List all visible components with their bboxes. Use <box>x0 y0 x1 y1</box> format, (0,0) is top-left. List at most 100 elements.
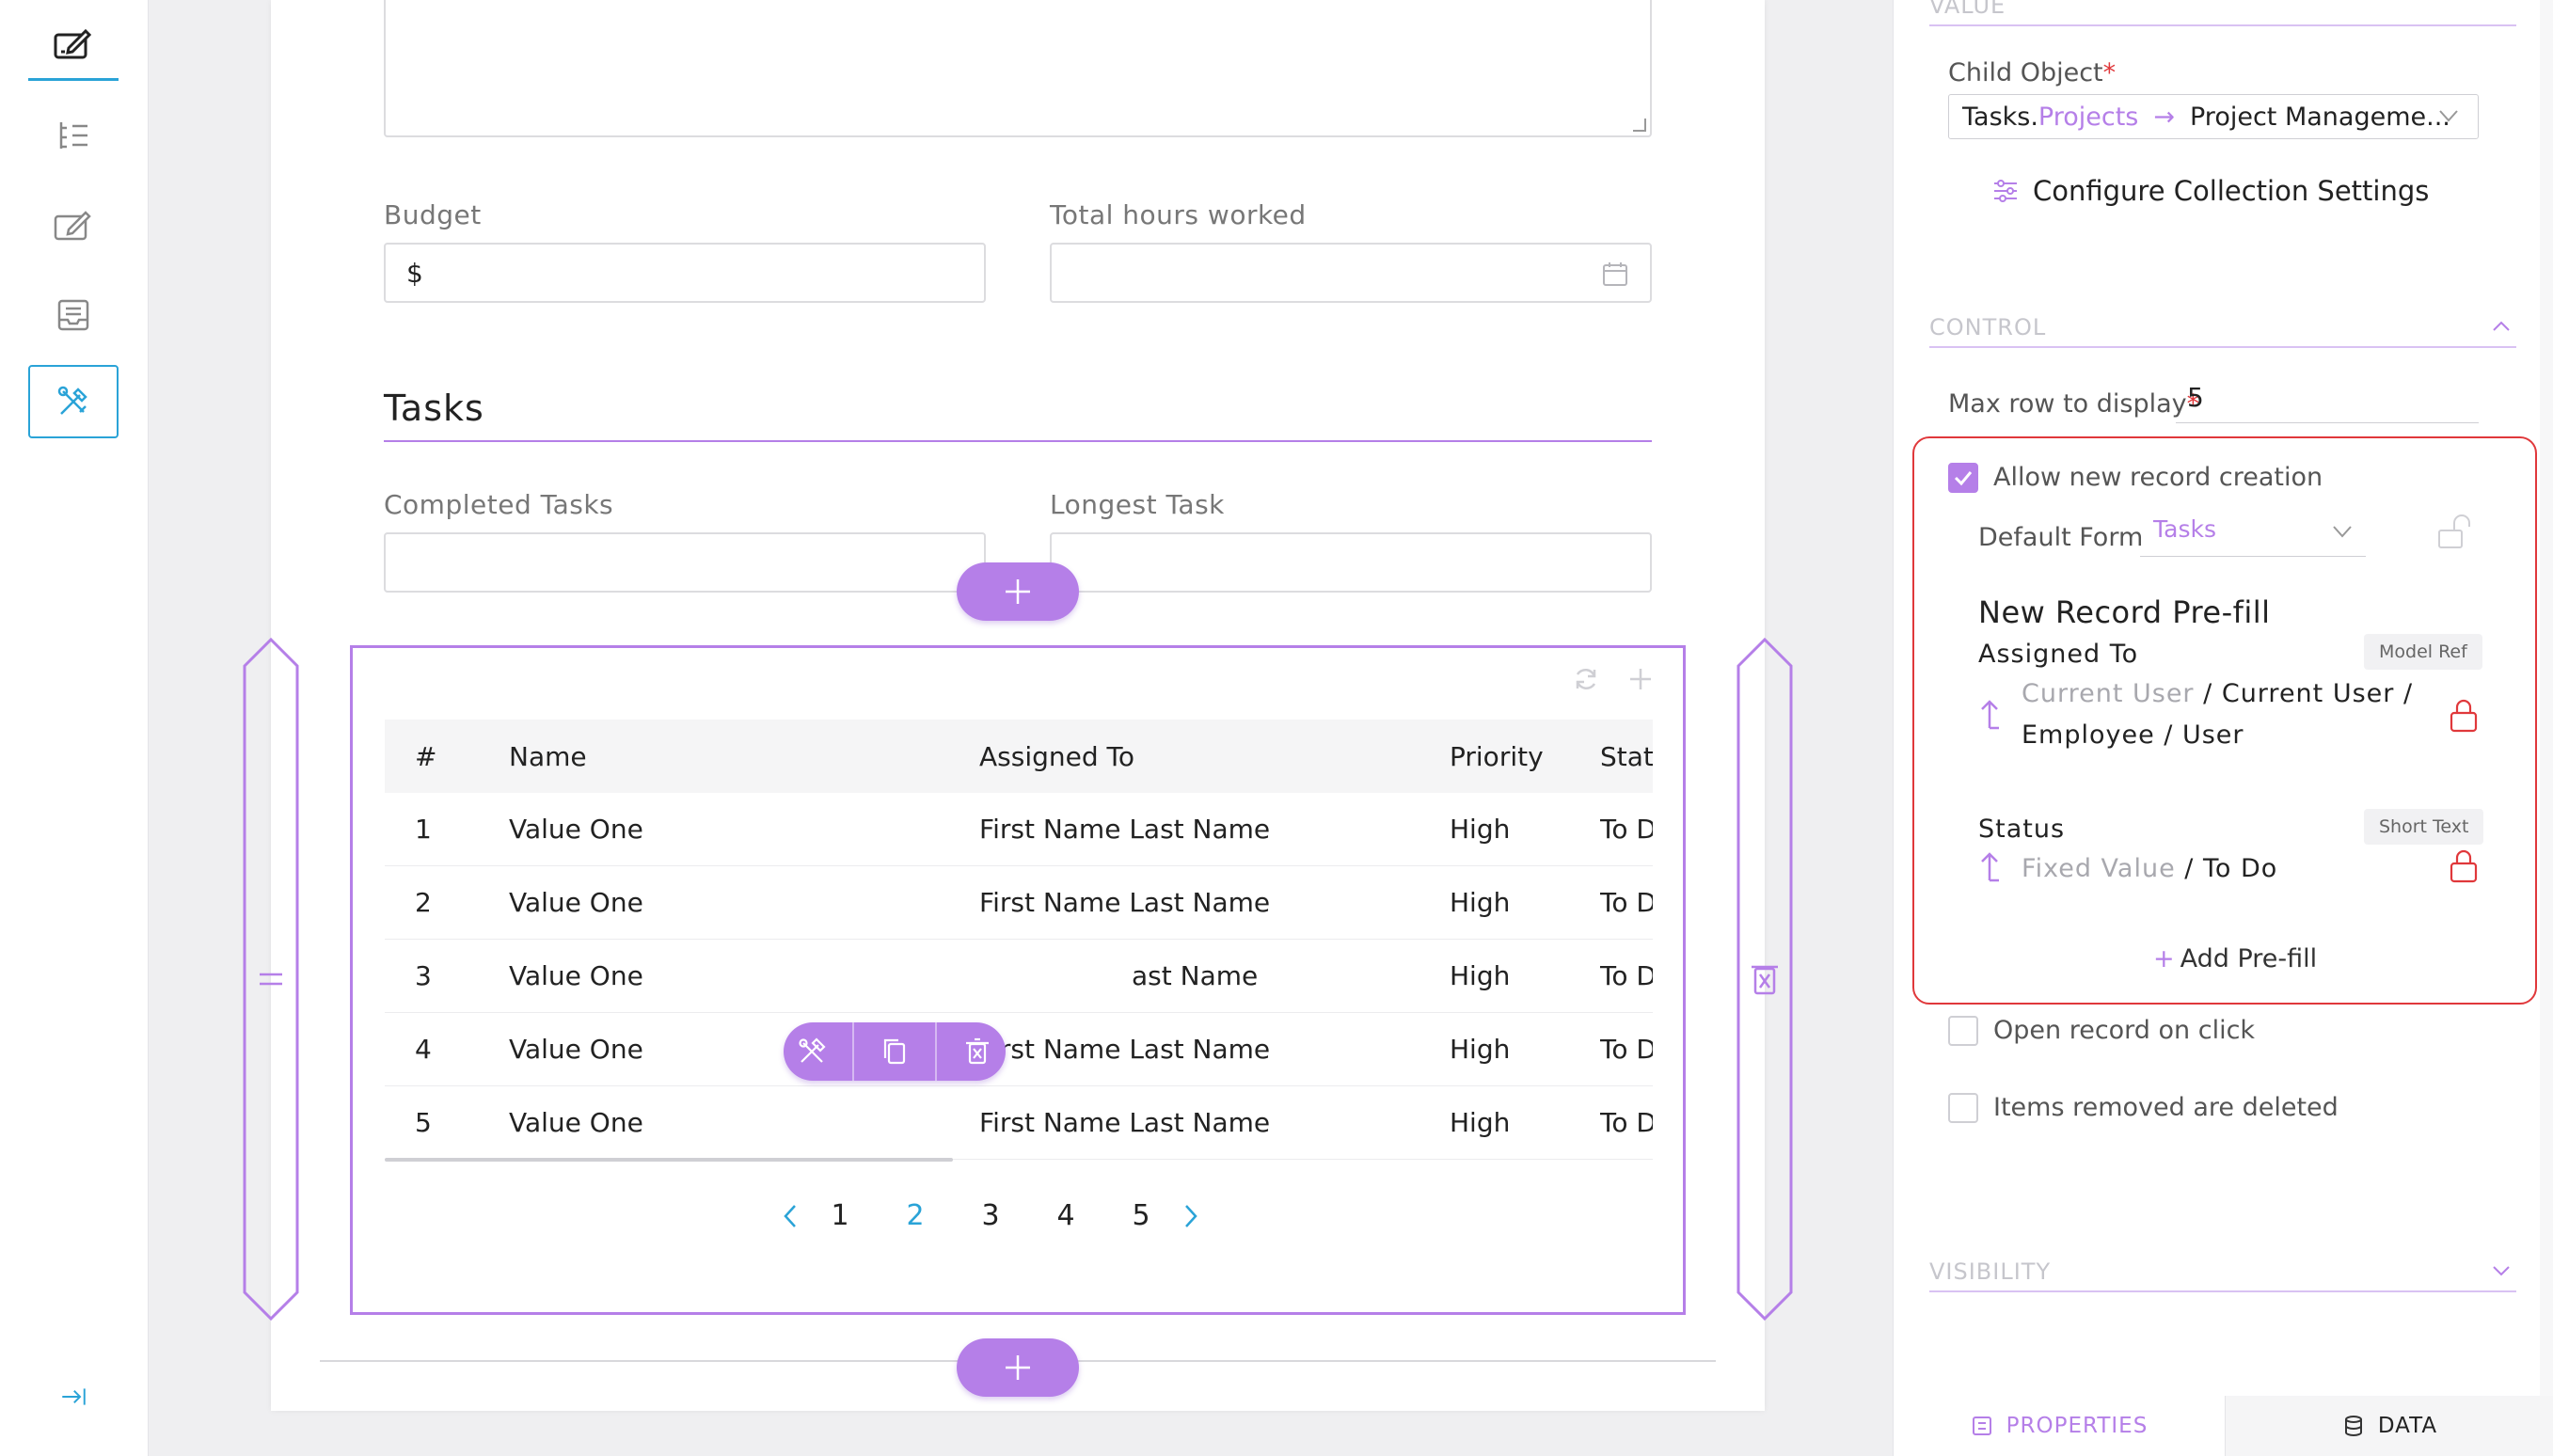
form-edit-button[interactable] <box>28 8 119 81</box>
prefill-status-source: Fixed Value <box>2022 854 2176 883</box>
open-on-click-label: Open record on click <box>1993 1016 2256 1045</box>
inherit-arrow-icon <box>1981 852 1999 882</box>
prefill-assigned-line1: Current User / <box>2221 679 2414 708</box>
default-form-label: Default Form <box>1978 523 2144 552</box>
default-form-select[interactable]: Tasks <box>2140 515 2366 557</box>
row-number: 2 <box>415 887 432 918</box>
row-priority: High <box>1450 1107 1511 1138</box>
next-page-icon[interactable] <box>1179 1202 1201 1230</box>
budget-value: $ <box>406 257 423 289</box>
tab-properties[interactable]: PROPERTIES <box>1894 1396 2225 1456</box>
column-header-assigned[interactable]: Assigned To <box>979 741 1450 772</box>
add-field-button[interactable] <box>957 562 1079 621</box>
control-section-header[interactable]: CONTROL <box>1929 314 2516 348</box>
delete-handle-shape <box>1736 637 1793 1321</box>
allow-new-record-checkbox[interactable] <box>1948 463 1978 493</box>
database-icon <box>2344 1416 2362 1436</box>
column-header-number[interactable]: # <box>385 741 509 772</box>
list-button[interactable] <box>28 98 119 171</box>
prev-page-icon[interactable] <box>780 1202 802 1230</box>
resize-grip[interactable] <box>1633 119 1646 132</box>
value-section-header[interactable]: VALUE <box>1929 0 2516 26</box>
row-status: To D <box>1600 1107 1653 1138</box>
budget-field[interactable]: $ <box>384 243 986 303</box>
lock-icon[interactable] <box>2449 698 2479 734</box>
edit-button[interactable] <box>28 188 119 261</box>
add-row-icon[interactable] <box>1626 665 1655 693</box>
add-section-button[interactable] <box>957 1338 1079 1397</box>
page-4[interactable]: 4 <box>1028 1199 1103 1232</box>
tab-data[interactable]: DATA <box>2225 1396 2553 1456</box>
hours-field[interactable] <box>1050 243 1652 303</box>
row-status: To D <box>1600 1034 1653 1065</box>
arrow-right-icon: → <box>2153 102 2175 132</box>
add-prefill-button[interactable]: + Add Pre-fill <box>2153 944 2317 973</box>
row-status: To D <box>1600 814 1653 845</box>
page-3[interactable]: 3 <box>953 1199 1028 1232</box>
configure-collection-link[interactable]: Configure Collection Settings <box>1991 175 2429 207</box>
form-page: Budget $ Total hours worked Tasks Comple… <box>243 0 1793 1411</box>
prefill-assigned-sep: / <box>2203 679 2213 708</box>
prefill-status-value[interactable]: Fixed Value / To Do <box>2022 848 2277 890</box>
page-5[interactable]: 5 <box>1103 1199 1179 1232</box>
open-on-click-checkbox[interactable] <box>1948 1016 1978 1046</box>
max-rows-input[interactable]: 5 <box>2176 382 2479 423</box>
child-object-select[interactable]: Tasks. Projects → Project Manageme... <box>1948 94 2479 139</box>
checkmark-icon <box>1954 471 1973 486</box>
collapse-rail-button[interactable] <box>28 1360 119 1433</box>
column-header-name[interactable]: Name <box>509 741 979 772</box>
row-assigned: ast Name <box>1132 960 1259 991</box>
table-row[interactable]: 2 Value One First Name Last Name High To… <box>385 866 1653 940</box>
model-ref-tag: Model Ref <box>2364 634 2482 670</box>
prefill-assigned-name: Assigned To <box>1978 640 2139 669</box>
description-textarea[interactable] <box>384 0 1652 137</box>
horizontal-scrollbar[interactable] <box>385 1158 953 1162</box>
list-icon <box>59 122 87 149</box>
child-object-base: Tasks. <box>1962 102 2038 132</box>
control-section-title: CONTROL <box>1929 314 2047 340</box>
delete-icon[interactable] <box>961 1036 993 1068</box>
budget-label: Budget <box>384 199 482 230</box>
refresh-icon[interactable] <box>1572 665 1600 693</box>
unlock-icon[interactable] <box>2435 514 2473 551</box>
section-title: Tasks <box>384 388 484 429</box>
copy-icon[interactable] <box>879 1036 911 1068</box>
section-divider <box>384 440 1652 442</box>
tools-button[interactable] <box>28 365 119 438</box>
completed-tasks-field[interactable] <box>384 532 986 593</box>
panel-tabs: PROPERTIES DATA <box>1894 1396 2553 1456</box>
table-header: # Name Assigned To Priority Stat <box>385 720 1653 793</box>
tasks-table: # Name Assigned To Priority Stat 1 Value… <box>385 720 1653 1162</box>
page-1[interactable]: 1 <box>802 1199 878 1232</box>
table-row[interactable]: 4 Value One First Name Last Name High To… <box>385 1013 1653 1086</box>
table-row[interactable]: 5 Value One First Name Last Name High To… <box>385 1086 1653 1160</box>
table-row[interactable]: 1 Value One First Name Last Name High To… <box>385 793 1653 866</box>
max-rows-label: Max row to display* <box>1948 389 2200 419</box>
row-priority: High <box>1450 887 1511 918</box>
child-object-relation: Projects <box>2038 102 2139 132</box>
removed-deleted-checkbox[interactable] <box>1948 1093 1978 1123</box>
hours-label: Total hours worked <box>1050 199 1307 230</box>
row-status: To D <box>1600 887 1653 918</box>
right-delete-handle[interactable] <box>1736 637 1793 1321</box>
column-header-status[interactable]: Stat <box>1600 741 1653 772</box>
panel-scrollbar[interactable] <box>2540 0 2553 1456</box>
lock-icon[interactable] <box>2449 848 2479 884</box>
page-2[interactable]: 2 <box>878 1199 953 1232</box>
longest-task-field[interactable] <box>1050 532 1652 593</box>
left-drag-handle[interactable] <box>243 637 299 1321</box>
row-number: 4 <box>415 1034 432 1065</box>
calendar-icon[interactable] <box>1601 260 1629 288</box>
tasks-table-widget[interactable]: # Name Assigned To Priority Stat 1 Value… <box>350 645 1686 1315</box>
visibility-section-header[interactable]: VISIBILITY <box>1929 1258 2516 1292</box>
prefill-assigned-value[interactable]: Current User / Current User / Employee /… <box>2022 673 2413 756</box>
column-header-priority[interactable]: Priority <box>1450 741 1600 772</box>
prefill-assigned-line2: Employee / User <box>2022 720 2244 750</box>
row-priority: High <box>1450 960 1511 991</box>
row-assigned: First Name Last Name <box>979 814 1271 845</box>
left-tool-rail <box>0 0 149 1456</box>
edit-tools-icon[interactable] <box>796 1036 828 1068</box>
inbox-button[interactable] <box>28 278 119 352</box>
collapse-arrow-icon <box>62 1388 86 1405</box>
table-row[interactable]: 3 Value One ast Name High To D <box>385 940 1653 1013</box>
